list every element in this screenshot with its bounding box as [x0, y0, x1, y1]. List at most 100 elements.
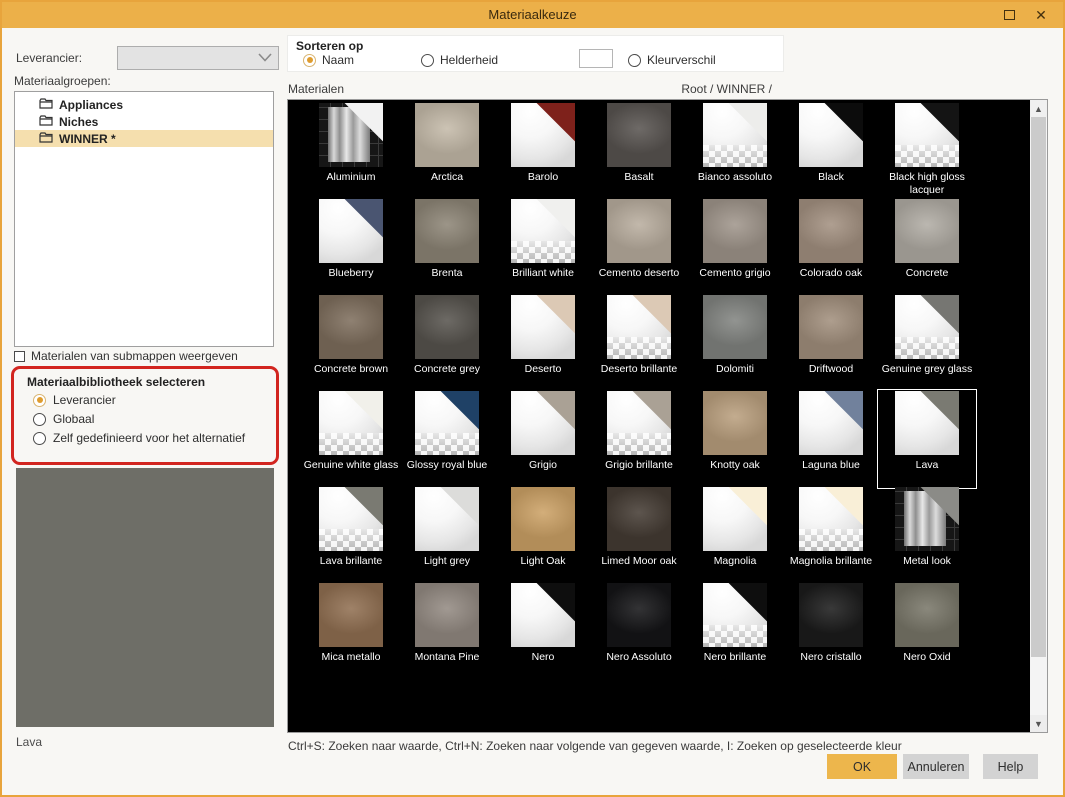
kleurverschil-input[interactable]	[579, 49, 613, 68]
material-name-label: Blueberry	[303, 267, 399, 280]
corner-color-triangle	[799, 103, 863, 167]
material-swatch-image	[799, 295, 863, 359]
material-tile[interactable]: Light Oak	[495, 487, 591, 583]
tree-item-winner[interactable]: WINNER *	[15, 130, 273, 147]
material-tile[interactable]: Laguna blue	[783, 391, 879, 487]
material-swatch-image	[799, 487, 863, 551]
sort-panel: Sorteren op NaamHelderheidKleurverschil	[287, 35, 784, 72]
radio-button[interactable]	[303, 54, 316, 67]
material-tile[interactable]: Metal look	[879, 487, 975, 583]
material-tile[interactable]: Genuine white glass	[303, 391, 399, 487]
radio-button[interactable]	[33, 413, 46, 426]
radio-button[interactable]	[33, 432, 46, 445]
material-tile[interactable]: Brilliant white	[495, 199, 591, 295]
chevron-down-icon	[258, 53, 272, 62]
material-tile[interactable]: Deserto brillante	[591, 295, 687, 391]
radio-button[interactable]	[628, 54, 641, 67]
material-name-label: Limed Moor oak	[591, 555, 687, 568]
maximize-button[interactable]	[999, 6, 1019, 24]
material-swatch-image	[607, 199, 671, 263]
material-tile[interactable]: Barolo	[495, 103, 591, 199]
materials-scrollbar[interactable]: ▲ ▼	[1030, 100, 1047, 732]
material-tile[interactable]: Cemento deserto	[591, 199, 687, 295]
material-tile[interactable]: Arctica	[399, 103, 495, 199]
material-tile[interactable]: Blueberry	[303, 199, 399, 295]
material-name-label: Lava	[879, 459, 975, 472]
material-tile[interactable]: Knotty oak	[687, 391, 783, 487]
scrollbar-thumb[interactable]	[1031, 117, 1046, 657]
material-tile[interactable]: Mica metallo	[303, 583, 399, 679]
sort-option-kleurverschil[interactable]: Kleurverschil	[628, 53, 716, 67]
material-name-label: Nero Assoluto	[591, 651, 687, 664]
material-name-label: Genuine grey glass	[879, 363, 975, 376]
leverancier-dropdown[interactable]	[117, 46, 279, 70]
material-tile[interactable]: Grigio brillante	[591, 391, 687, 487]
material-tile[interactable]: Concrete brown	[303, 295, 399, 391]
material-tile[interactable]: Lava	[879, 391, 975, 487]
corner-color-triangle	[703, 487, 767, 551]
maximize-icon	[1004, 10, 1015, 20]
material-name-label: Knotty oak	[687, 459, 783, 472]
tree-item-appliances[interactable]: Appliances	[15, 96, 273, 113]
sort-option-helderheid[interactable]: Helderheid	[421, 53, 498, 67]
annuleren-button[interactable]: Annuleren	[903, 754, 969, 779]
material-tile[interactable]: Cemento grigio	[687, 199, 783, 295]
material-name-label: Montana Pine	[399, 651, 495, 664]
corner-color-triangle	[511, 391, 575, 455]
material-tile[interactable]: Nero cristallo	[783, 583, 879, 679]
breadcrumb: Root / WINNER /	[287, 82, 772, 96]
material-tile[interactable]: Black high gloss lacquer	[879, 103, 975, 199]
material-preview-swatch	[16, 468, 274, 727]
material-tile[interactable]: Nero brillante	[687, 583, 783, 679]
checkered-floor	[319, 433, 383, 455]
material-tile[interactable]: Grigio	[495, 391, 591, 487]
material-tile[interactable]: Genuine grey glass	[879, 295, 975, 391]
material-tile[interactable]: Lava brillante	[303, 487, 399, 583]
material-tile[interactable]: Nero Oxid	[879, 583, 975, 679]
material-tile[interactable]: Aluminium	[303, 103, 399, 199]
material-tile[interactable]: Magnolia	[687, 487, 783, 583]
material-swatch-image	[799, 583, 863, 647]
material-tile[interactable]: Driftwood	[783, 295, 879, 391]
material-name-label: Colorado oak	[783, 267, 879, 280]
material-tile[interactable]: Nero	[495, 583, 591, 679]
material-tile[interactable]: Limed Moor oak	[591, 487, 687, 583]
radio-button[interactable]	[421, 54, 434, 67]
material-tile[interactable]: Colorado oak	[783, 199, 879, 295]
material-name-label: Magnolia brillante	[783, 555, 879, 568]
material-tile[interactable]: Dolomiti	[687, 295, 783, 391]
material-tile[interactable]: Nero Assoluto	[591, 583, 687, 679]
material-name-label: Nero cristallo	[783, 651, 879, 664]
sort-option-naam[interactable]: Naam	[303, 53, 354, 67]
checkered-floor	[895, 145, 959, 167]
checkered-floor	[703, 625, 767, 647]
material-tile[interactable]: Magnolia brillante	[783, 487, 879, 583]
library-option-2[interactable]: Globaal	[33, 412, 94, 426]
library-option-1[interactable]: Leverancier	[33, 393, 116, 407]
library-option-3[interactable]: Zelf gedefinieerd voor het alternatief	[33, 431, 245, 445]
material-tile[interactable]: Concrete	[879, 199, 975, 295]
ok-button[interactable]: OK	[827, 754, 897, 779]
scroll-down-icon[interactable]: ▼	[1030, 715, 1047, 732]
scroll-up-icon[interactable]: ▲	[1030, 100, 1047, 117]
material-name-label: Metal look	[879, 555, 975, 568]
radio-button[interactable]	[33, 394, 46, 407]
material-tile[interactable]: Bianco assoluto	[687, 103, 783, 199]
material-tile[interactable]: Brenta	[399, 199, 495, 295]
submap-checkbox-row[interactable]: Materialen van submappen weergeven	[14, 349, 238, 363]
material-tile[interactable]: Concrete grey	[399, 295, 495, 391]
corner-color-triangle	[511, 583, 575, 647]
material-swatch-image	[415, 103, 479, 167]
help-button[interactable]: Help	[983, 754, 1038, 779]
tree-item-niches[interactable]: Niches	[15, 113, 273, 130]
material-tile[interactable]: Light grey	[399, 487, 495, 583]
material-tile[interactable]: Glossy royal blue	[399, 391, 495, 487]
material-tile[interactable]: Basalt	[591, 103, 687, 199]
material-tile[interactable]: Black	[783, 103, 879, 199]
material-name-label: Magnolia	[687, 555, 783, 568]
material-tile[interactable]: Montana Pine	[399, 583, 495, 679]
material-swatch-image	[415, 487, 479, 551]
submap-checkbox[interactable]	[14, 351, 25, 362]
close-button[interactable]: ✕	[1031, 6, 1051, 24]
material-tile[interactable]: Deserto	[495, 295, 591, 391]
